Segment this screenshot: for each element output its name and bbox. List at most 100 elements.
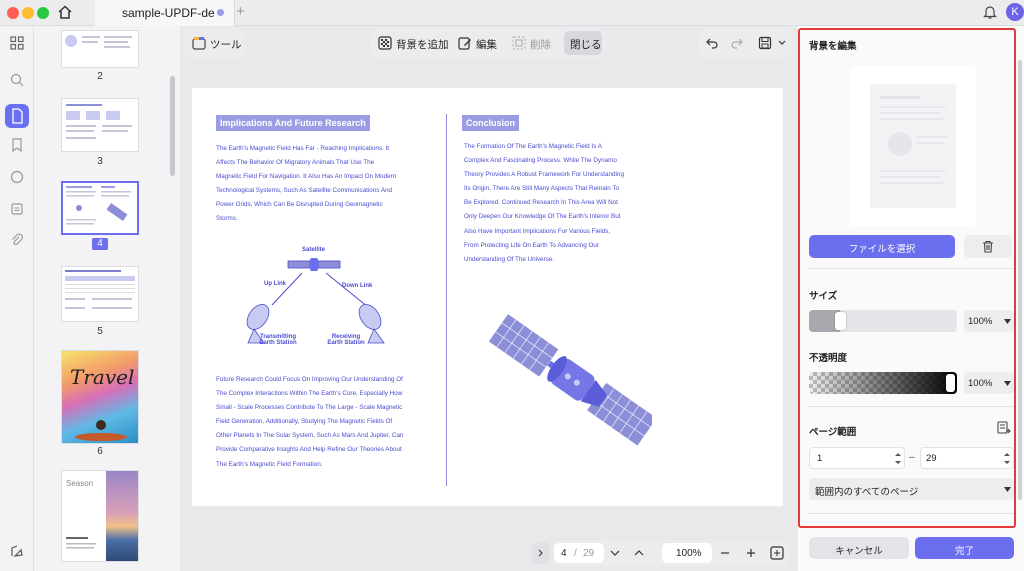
edit-icon xyxy=(458,37,471,50)
done-button-label: 完了 xyxy=(954,546,974,557)
chevron-right-icon xyxy=(538,549,543,557)
thumbnail-page-2[interactable] xyxy=(61,30,139,68)
thumbnail-page-4[interactable] xyxy=(61,181,139,235)
comment-icon[interactable] xyxy=(8,170,26,188)
unsaved-dot-icon xyxy=(217,9,224,16)
left-rail xyxy=(0,26,34,571)
form-icon[interactable] xyxy=(8,202,26,220)
edit-button[interactable]: 編集 xyxy=(476,37,497,52)
chevron-down-icon[interactable] xyxy=(778,39,786,47)
thumbnail-page-5[interactable] xyxy=(61,266,139,322)
text-line: Storms. xyxy=(216,215,238,223)
left-heading: Implications And Future Research xyxy=(216,115,370,131)
grid-icon[interactable] xyxy=(8,36,26,54)
title-bar: sample-UPDF-de + K xyxy=(0,0,1024,26)
thumbnail-number-selected: 4 xyxy=(92,238,108,250)
redo-icon[interactable] xyxy=(730,36,744,50)
text-line: Other Planets In The Solar System, Such … xyxy=(216,432,404,440)
text-line: The Earth's Magnetic Field Formation. xyxy=(216,460,323,468)
pager-bar: 4 / 29 100% xyxy=(554,540,790,566)
text-line: Only Deepen Our Knowledge Of The Earth's… xyxy=(464,213,621,221)
fit-page-icon[interactable] xyxy=(770,546,784,560)
new-tab-button[interactable]: + xyxy=(236,3,245,20)
zoom-window-button[interactable] xyxy=(37,7,49,19)
thumbnail-panel: 2 3 4 5 Travel 6 Season xyxy=(34,26,180,571)
satellite-illustration xyxy=(488,313,652,447)
column-divider xyxy=(446,114,447,486)
history-toolbar xyxy=(698,28,792,58)
bell-icon[interactable] xyxy=(983,4,997,20)
right-heading: Conclusion xyxy=(462,115,519,131)
zoom-in-icon[interactable] xyxy=(746,548,756,558)
search-icon[interactable] xyxy=(8,73,26,91)
panel-scrollbar[interactable] xyxy=(1018,60,1022,500)
add-background-button[interactable]: 背景を追加 xyxy=(396,37,449,52)
text-line: Future Research Could Focus On Improving… xyxy=(216,376,403,383)
season-thumbnail-text: Season xyxy=(66,479,94,488)
text-line: The Formation Of The Earth's Magnetic Fi… xyxy=(464,143,602,150)
page-thumbnails-icon[interactable] xyxy=(5,104,29,128)
text-line: Provide Comparative Insights And Help Re… xyxy=(216,446,402,454)
thumbnail-page-7[interactable]: Season xyxy=(61,470,139,562)
document-tab-title: sample-UPDF-de xyxy=(122,6,215,20)
show-toolbar-button[interactable] xyxy=(532,542,550,564)
text-line: Complex And Fascinating Process. While T… xyxy=(464,157,617,165)
background-toolbar: 背景を追加 編集 削除 閉じる xyxy=(370,28,606,58)
cancel-button-label: キャンセル xyxy=(835,546,883,557)
layers-icon[interactable] xyxy=(8,544,26,562)
attachment-icon[interactable] xyxy=(8,233,26,251)
close-window-button[interactable] xyxy=(7,7,19,19)
close-button-label: 閉じる xyxy=(570,39,602,51)
travel-thumbnail-text: Travel xyxy=(70,365,135,389)
delete-button[interactable]: 削除 xyxy=(530,37,551,52)
text-line: Its Origin, There Are Still Many Aspects… xyxy=(464,185,620,193)
text-line: Affects The Behavior Of Migratory Animal… xyxy=(216,159,375,167)
text-line: Technological Systems, Such As Satellite… xyxy=(216,187,393,195)
text-line: Earth Station xyxy=(327,340,365,346)
diagram-satellite-label: Satellite xyxy=(302,247,326,253)
season-thumbnail-image xyxy=(106,471,138,561)
bookmark-icon[interactable] xyxy=(8,138,26,156)
zoom-out-icon[interactable] xyxy=(720,548,730,558)
save-icon[interactable] xyxy=(758,36,772,50)
thumbnail-page-3[interactable] xyxy=(61,98,139,152)
add-background-icon xyxy=(378,36,392,50)
avatar[interactable]: K xyxy=(1006,3,1024,21)
diagram-downlink-label: Down Link xyxy=(342,283,373,289)
text-line: Small - Scale Processes Contribute To Th… xyxy=(216,404,403,412)
zoom-level: 100% xyxy=(676,548,702,559)
thumbnail-number: 6 xyxy=(97,446,103,457)
thumbnail-number: 2 xyxy=(97,71,103,82)
diagram-receiving-label: Receiving Earth Station xyxy=(326,334,366,346)
page-current: 4 xyxy=(561,548,567,559)
text-line: Earth Station xyxy=(259,340,297,346)
previous-page-icon[interactable] xyxy=(634,549,644,557)
right-paragraph: The Formation Of The Earth's Magnetic Fi… xyxy=(464,140,664,267)
text-line: The Earth's Magnetic Field Has Far - Rea… xyxy=(216,145,390,152)
text-line: Be Explored. Continued Research In This … xyxy=(464,199,618,207)
document-page: Implications And Future Research The Ear… xyxy=(192,88,783,506)
page-separator: / xyxy=(574,548,577,559)
text-line: Field Generation. Additionally, Studying… xyxy=(216,418,393,426)
page-total: 29 xyxy=(583,548,595,559)
text-line: From Protecting Life On Earth To Advanci… xyxy=(464,241,599,249)
minimize-window-button[interactable] xyxy=(22,7,34,19)
delete-icon xyxy=(512,36,526,50)
done-button[interactable]: 完了 xyxy=(915,537,1014,559)
undo-icon[interactable] xyxy=(705,36,719,50)
left-paragraph-2: Future Research Could Focus On Improving… xyxy=(216,373,438,472)
thumbnail-scrollbar[interactable] xyxy=(170,76,175,176)
text-line: Also Have Important Implications For Var… xyxy=(464,227,611,235)
home-icon[interactable] xyxy=(57,4,73,20)
left-paragraph: The Earth's Magnetic Field Has Far - Rea… xyxy=(216,142,426,227)
text-line: Theory Provides A Robust Framework For U… xyxy=(464,171,624,179)
next-page-icon[interactable] xyxy=(610,549,620,557)
cancel-button[interactable]: キャンセル xyxy=(809,537,909,559)
highlight-frame xyxy=(798,28,1016,528)
diagram-uplink-label: Up Link xyxy=(264,281,286,287)
text-line: Magnetic Field For Navigation. It Also H… xyxy=(216,173,397,181)
text-line: Power Grids, Which Can Be Disrupted Duri… xyxy=(216,201,383,209)
tools-button[interactable]: ツール xyxy=(184,28,246,58)
close-button[interactable]: 閉じる xyxy=(564,31,602,55)
thumbnail-page-6[interactable]: Travel xyxy=(61,350,139,444)
